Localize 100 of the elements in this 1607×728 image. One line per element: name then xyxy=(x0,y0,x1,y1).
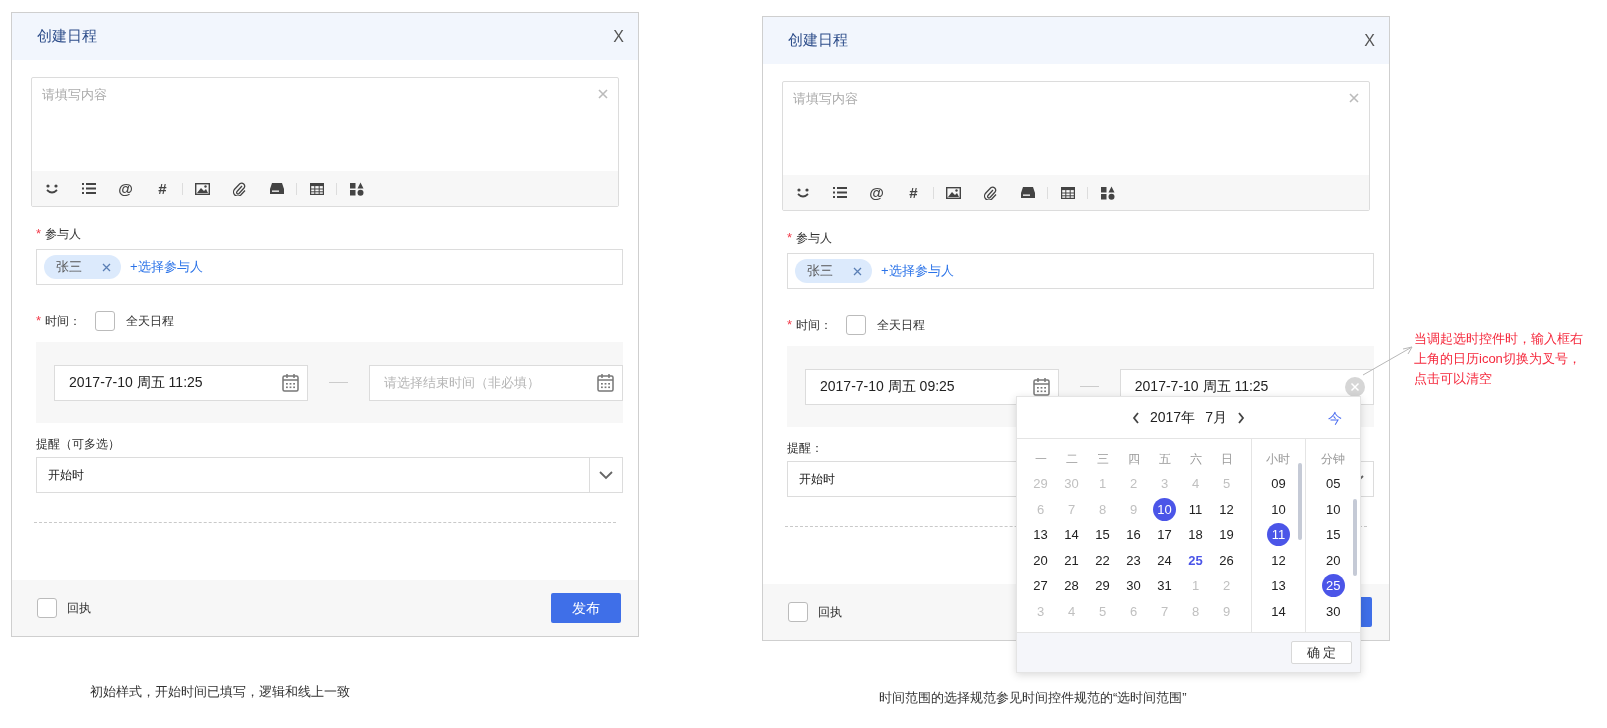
required-mark: * xyxy=(787,229,793,248)
calendar-day[interactable]: 16 xyxy=(1122,523,1145,547)
time-option[interactable]: 13 xyxy=(1267,574,1290,598)
weekday-label: 三 xyxy=(1096,450,1109,468)
toolbar-button[interactable]: @ xyxy=(118,181,133,196)
time-option[interactable]: 14 xyxy=(1267,599,1290,623)
annotation-note: 当调起选时控件时，输入框右上角的日历icon切换为叉号，点击可以清空 xyxy=(1414,330,1584,388)
reminder-select[interactable]: 开始时 xyxy=(36,457,623,493)
calendar-day[interactable]: 18 xyxy=(1184,523,1207,547)
time-option[interactable]: 10 xyxy=(1267,497,1290,521)
year-label: 2017年 xyxy=(1150,408,1196,427)
close-button[interactable]: X xyxy=(1364,32,1375,49)
date-input[interactable]: 请选择结束时间（非必填） xyxy=(383,372,589,393)
field-label: 参与人 xyxy=(45,226,82,243)
calendar-day: 6 xyxy=(1122,599,1145,623)
content-field[interactable]: 请填写内容 xyxy=(783,82,1369,175)
calendar-day[interactable]: 21 xyxy=(1060,548,1083,572)
date-input[interactable]: 2017-7-10 周五 11:25 xyxy=(69,372,275,393)
calendar-day: 7 xyxy=(1153,599,1176,623)
field-label: 提醒（可多选） xyxy=(36,436,120,453)
checkbox-label: 全天日程 xyxy=(126,313,175,330)
time-option[interactable]: 15 xyxy=(1321,523,1345,547)
field-label: 提醒： xyxy=(787,440,823,457)
calendar-day: 4 xyxy=(1060,599,1083,623)
confirm-button[interactable]: 确 定 xyxy=(1291,641,1352,664)
calendar-day[interactable]: 30 xyxy=(1122,574,1145,598)
content-editor[interactable]: 请填写内容 @ # xyxy=(31,77,619,207)
calendar-day: 5 xyxy=(1215,472,1238,496)
calendar-day[interactable]: 19 xyxy=(1215,523,1238,547)
time-option[interactable]: 20 xyxy=(1321,548,1345,572)
field-label: 时间： xyxy=(45,313,82,330)
weekday-label: 六 xyxy=(1189,450,1202,468)
calendar-day[interactable]: 31 xyxy=(1153,574,1176,598)
calendar-day[interactable]: 11 xyxy=(1184,497,1207,521)
calendar-day: 5 xyxy=(1091,599,1114,623)
weekday-label: 五 xyxy=(1158,450,1171,468)
caption: 时间范围的选择规范参见时间控件规范的“选时间范围” xyxy=(879,689,1188,707)
start-date-field[interactable]: 2017-7-10 周五 11:25 xyxy=(54,364,309,401)
calendar-day: 7 xyxy=(1060,497,1083,521)
add-participant-link[interactable]: +选择参与人 xyxy=(130,257,203,277)
date-input[interactable]: 2017-7-10 周五 09:25 xyxy=(820,376,1026,397)
column-heading: 小时 xyxy=(1266,450,1291,468)
calendar-day: 2 xyxy=(1122,472,1145,496)
date-input[interactable]: 2017-7-10 周五 11:25 xyxy=(1134,376,1337,397)
calendar-day[interactable]: 15 xyxy=(1091,523,1114,547)
weekday-label: 日 xyxy=(1220,450,1233,468)
calendar-day[interactable]: 22 xyxy=(1091,548,1114,572)
time-option[interactable]: 12 xyxy=(1267,548,1290,572)
toolbar-button[interactable]: # xyxy=(909,185,918,200)
calendar-day[interactable]: 13 xyxy=(1029,523,1052,547)
start-date-field[interactable]: 2017-7-10 周五 09:25 xyxy=(805,368,1060,405)
calendar-day[interactable]: 17 xyxy=(1153,523,1176,547)
add-participant-link[interactable]: +选择参与人 xyxy=(881,261,954,281)
participant-chip[interactable]: 张三 xyxy=(44,255,121,279)
toolbar-button[interactable]: # xyxy=(158,181,167,196)
calendar-day[interactable]: 25 xyxy=(1184,548,1207,572)
calendar-day: 6 xyxy=(1029,497,1052,521)
weekday-label: 二 xyxy=(1065,450,1078,468)
participant-chip[interactable]: 张三 xyxy=(795,259,872,283)
required-mark: * xyxy=(787,316,793,335)
calendar-day[interactable]: 14 xyxy=(1060,523,1083,547)
content-editor[interactable]: 请填写内容 @ # xyxy=(782,81,1370,211)
calendar-day: 8 xyxy=(1091,497,1114,521)
calendar-day[interactable]: 27 xyxy=(1029,574,1052,598)
publish-button[interactable]: 发布 xyxy=(551,593,621,623)
time-option[interactable]: 30 xyxy=(1321,599,1345,623)
calendar-day[interactable]: 28 xyxy=(1060,574,1083,598)
time-option[interactable]: 05 xyxy=(1321,472,1345,496)
today-link[interactable]: 今 xyxy=(1328,408,1342,429)
checkbox-label: 全天日程 xyxy=(877,317,926,334)
weekday-label: 一 xyxy=(1034,450,1047,468)
dialog-title: 创建日程 xyxy=(37,26,97,47)
end-date-field[interactable]: 请选择结束时间（非必填） xyxy=(368,364,623,401)
time-option[interactable]: 10 xyxy=(1321,497,1345,521)
calendar-day[interactable]: 23 xyxy=(1122,548,1145,572)
calendar-day[interactable]: 20 xyxy=(1029,548,1052,572)
time-option[interactable]: 09 xyxy=(1267,472,1290,496)
time-option[interactable]: 11 xyxy=(1267,523,1290,547)
participant-name: 张三 xyxy=(807,262,833,281)
caption: 初始样式，开始时间已填写，逻辑和线上一致 xyxy=(90,683,351,701)
content-field[interactable]: 请填写内容 xyxy=(32,78,618,171)
toolbar-button[interactable]: @ xyxy=(869,185,884,200)
calendar-day[interactable]: 10 xyxy=(1153,497,1176,521)
calendar-day: 2 xyxy=(1215,574,1238,598)
participant-field[interactable]: 张三 +选择参与人 xyxy=(36,249,623,285)
calendar-day[interactable]: 26 xyxy=(1215,548,1238,572)
calendar-day: 9 xyxy=(1215,599,1238,623)
checkbox-label: 回执 xyxy=(818,604,842,621)
calendar-day[interactable]: 24 xyxy=(1153,548,1176,572)
column-heading: 分钟 xyxy=(1321,450,1346,468)
calendar-day: 4 xyxy=(1184,472,1207,496)
calendar-day: 8 xyxy=(1184,599,1207,623)
field-label: 参与人 xyxy=(796,230,833,247)
participant-field[interactable]: 张三 +选择参与人 xyxy=(787,253,1374,289)
time-option[interactable]: 25 xyxy=(1321,574,1345,598)
calendar-day[interactable]: 12 xyxy=(1215,497,1238,521)
calendar-day: 1 xyxy=(1184,574,1207,598)
close-button[interactable]: X xyxy=(613,28,624,45)
calendar-day[interactable]: 29 xyxy=(1091,574,1114,598)
calendar-day: 1 xyxy=(1091,472,1114,496)
